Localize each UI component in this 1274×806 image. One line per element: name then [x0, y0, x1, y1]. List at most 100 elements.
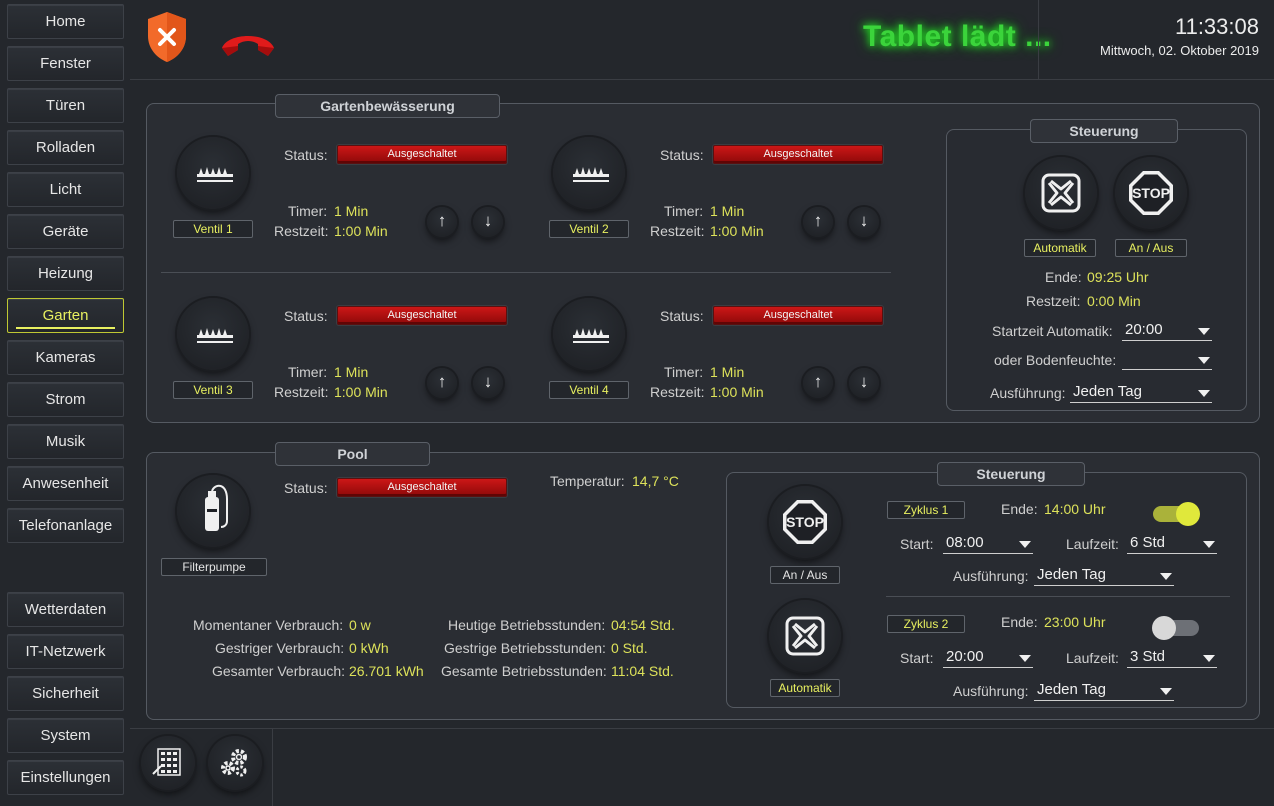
valve-1-down-button[interactable]: ↓: [473, 207, 503, 237]
nav-it-netzwerk[interactable]: IT-Netzwerk: [7, 634, 124, 669]
pool-hours-total-value: 11:04 Std.: [611, 663, 674, 679]
cycle-2-toggle[interactable]: [1152, 616, 1199, 640]
cycle-2-run-dropdown[interactable]: 3 Std: [1127, 647, 1217, 668]
cycle-1-label[interactable]: Zyklus 1: [887, 501, 965, 519]
cycle-2-start-dropdown[interactable]: 20:00: [943, 647, 1033, 668]
cycle-1-run-dropdown[interactable]: 6 Std: [1127, 533, 1217, 554]
sprinkler-icon: [573, 328, 609, 343]
valve-2-timer: 1 Min: [710, 203, 745, 219]
cycle-2-end-value: 23:00 Uhr: [1044, 614, 1106, 630]
shield-x-icon[interactable]: [145, 10, 189, 64]
nav-strom[interactable]: Strom: [7, 382, 124, 417]
pool-onoff-label[interactable]: An / Aus: [770, 566, 840, 584]
valve-4-down-button[interactable]: ↓: [849, 368, 879, 398]
valve-3-up-button[interactable]: ↑: [427, 368, 457, 398]
footer-divider: [272, 728, 273, 806]
nav-anwesenheit[interactable]: Anwesenheit: [7, 466, 124, 501]
valve-1-label[interactable]: Ventil 1: [173, 220, 253, 238]
valve-4-up-button[interactable]: ↑: [803, 368, 833, 398]
arrow-up-icon: ↑: [813, 372, 823, 391]
valve-2-up-button[interactable]: ↑: [803, 207, 833, 237]
calculator-button[interactable]: [141, 736, 195, 790]
nav-telefonanlage[interactable]: Telefonanlage: [7, 508, 124, 543]
valve-2-label[interactable]: Ventil 2: [549, 220, 629, 238]
nav-garten[interactable]: Garten: [7, 298, 124, 333]
valve-2-down-button[interactable]: ↓: [849, 207, 879, 237]
pool-yesterday-usage-value: 0 kWh: [349, 640, 389, 656]
cycle-1-exec-value: Jeden Tag: [1037, 566, 1106, 583]
sidebar: Home Fenster Türen Rolladen Licht Geräte…: [0, 0, 130, 806]
filter-pump-button[interactable]: [177, 475, 249, 547]
garden-exec-dropdown[interactable]: Jeden Tag: [1070, 382, 1212, 403]
chevron-down-icon: [1203, 541, 1215, 548]
pool-hours-yesterday-value: 0 Std.: [611, 640, 648, 656]
arrow-down-icon: ↓: [859, 372, 869, 391]
nav-kameras[interactable]: Kameras: [7, 340, 124, 375]
nav-einstellungen[interactable]: Einstellungen: [7, 760, 124, 795]
nav-system[interactable]: System: [7, 718, 124, 753]
auto-x-icon: [1041, 173, 1081, 213]
footer-bar: [130, 728, 1274, 806]
nav-home[interactable]: Home: [7, 4, 124, 39]
chevron-down-icon: [1160, 688, 1172, 695]
nav-licht[interactable]: Licht: [7, 172, 124, 207]
chevron-down-icon: [1019, 541, 1031, 548]
garden-stop-button[interactable]: STOP: [1115, 157, 1187, 229]
nav-rolladen[interactable]: Rolladen: [7, 130, 124, 165]
valve-1-button[interactable]: [177, 137, 249, 209]
clock-panel: 11:33:08 Mittwoch, 02. Oktober 2019: [1038, 0, 1274, 80]
garden-automatik-label[interactable]: Automatik: [1024, 239, 1096, 257]
cycle-1-end-label: Ende:: [1001, 501, 1038, 517]
valve-2-button[interactable]: [553, 137, 625, 209]
valve-4-button[interactable]: [553, 298, 625, 370]
valve-4-label[interactable]: Ventil 4: [549, 381, 629, 399]
cycle-2-label[interactable]: Zyklus 2: [887, 615, 965, 633]
valve-1-status: Ausgeschaltet: [337, 145, 507, 164]
valve-3-button[interactable]: [177, 298, 249, 370]
filter-pump-label[interactable]: Filterpumpe: [161, 558, 267, 576]
pool-current-usage-value: 0 w: [349, 617, 371, 633]
pool-stop-button[interactable]: STOP: [769, 486, 841, 558]
pool-automatik-label[interactable]: Automatik: [770, 679, 840, 697]
pool-status: Ausgeschaltet: [337, 478, 507, 497]
nav-heizung[interactable]: Heizung: [7, 256, 124, 291]
settings-gears-button[interactable]: [208, 736, 262, 790]
valve-2-status: Ausgeschaltet: [713, 145, 883, 164]
chevron-down-icon: [1019, 655, 1031, 662]
cycle-1-end-value: 14:00 Uhr: [1044, 501, 1106, 517]
cycles-divider: [886, 596, 1230, 597]
cycle-2-end-label: Ende:: [1001, 614, 1038, 630]
cycle-2-exec-dropdown[interactable]: Jeden Tag: [1034, 680, 1174, 701]
cycle-1-exec-dropdown[interactable]: Jeden Tag: [1034, 565, 1174, 586]
sprinkler-icon: [197, 167, 233, 182]
arrow-up-icon: ↑: [813, 211, 823, 230]
garden-automatik-button[interactable]: [1025, 157, 1097, 229]
garden-start-dropdown[interactable]: 20:00: [1122, 320, 1212, 341]
cycle-1-toggle[interactable]: [1153, 502, 1200, 526]
arrow-up-icon: ↑: [437, 372, 447, 391]
nav-fenster[interactable]: Fenster: [7, 46, 124, 81]
garden-rest-label: Restzeit:: [1026, 293, 1081, 309]
cycle-1-run-value: 6 Std: [1130, 534, 1166, 551]
hangup-phone-icon[interactable]: [218, 28, 278, 60]
stop-sign-text: STOP: [1132, 185, 1170, 201]
garden-moisture-dropdown[interactable]: [1122, 349, 1212, 370]
cycle-2-exec-value: Jeden Tag: [1037, 681, 1106, 698]
cycle-2-run-value: 3 Std: [1130, 648, 1166, 665]
clock-time: 11:33:08: [1174, 14, 1259, 39]
valve-2-timer-label: Timer:: [664, 203, 704, 219]
nav-wetterdaten[interactable]: Wetterdaten: [7, 592, 124, 627]
pool-automatik-button[interactable]: [769, 600, 841, 672]
nav-geraete[interactable]: Geräte: [7, 214, 124, 249]
pool-hours-today-label: Heutige Betriebsstunden:: [448, 617, 606, 633]
nav-musik[interactable]: Musik: [7, 424, 124, 459]
valve-1-up-button[interactable]: ↑: [427, 207, 457, 237]
cycle-1-start-dropdown[interactable]: 08:00: [943, 533, 1033, 554]
toggle-knob: [1176, 502, 1200, 526]
valve-3-rest-label: Restzeit:: [274, 384, 329, 400]
nav-sicherheit[interactable]: Sicherheit: [7, 676, 124, 711]
nav-tueren[interactable]: Türen: [7, 88, 124, 123]
valve-3-label[interactable]: Ventil 3: [173, 381, 253, 399]
valve-3-down-button[interactable]: ↓: [473, 368, 503, 398]
garden-onoff-label[interactable]: An / Aus: [1115, 239, 1187, 257]
